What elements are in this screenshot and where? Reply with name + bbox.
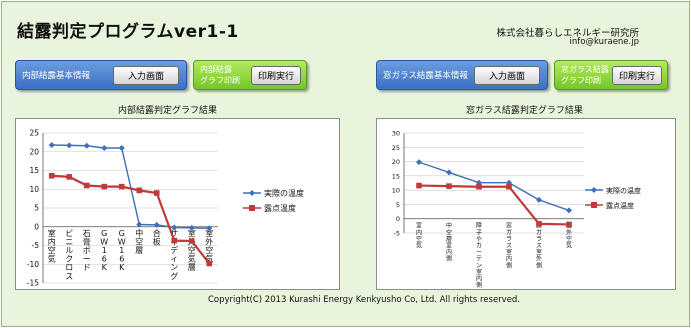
category-label: 室外空気層 xyxy=(188,228,196,272)
category-label: 合板 xyxy=(153,228,161,247)
category-label: 窓ガラス室外側 xyxy=(536,222,542,270)
data-point-actual xyxy=(566,207,572,214)
window-chart-area: 30 25 20 15 10 5 0 -5 室内空気 中空層室内側 障子やカーテン室内側 窓ガラス室内… xyxy=(376,118,676,290)
data-point-dewpoint xyxy=(476,183,482,190)
y-tick-label: -5 xyxy=(32,241,40,250)
internal-chart-area: 25 20 15 10 5 0 -5 -10 -15 室内空気 ビニルクロス 石膏ボード G W 1 6 K G W… xyxy=(15,118,340,290)
y-tick-label: -15 xyxy=(27,279,39,288)
category-label: 障子やカーテン室内側 xyxy=(476,222,482,289)
internal-print-button[interactable]: 印刷実行 xyxy=(251,66,301,85)
data-point-actual xyxy=(416,159,422,166)
legend-marker xyxy=(591,202,597,208)
window-chart: 30 25 20 15 10 5 0 -5 室内空気 中空層室内側 障子やカーテン室内側 窓ガラス室内… xyxy=(392,130,641,290)
y-tick-label: 5 xyxy=(34,204,39,213)
legend-marker xyxy=(591,187,597,193)
category-label: 中空層 xyxy=(135,228,143,255)
window-info-panel: 窓ガラス結露基本情報 入力画面 xyxy=(376,60,548,90)
data-point-dewpoint xyxy=(188,238,195,244)
data-point-dewpoint xyxy=(48,172,55,179)
data-point-actual xyxy=(536,196,542,203)
internal-input-button[interactable]: 入力画面 xyxy=(113,66,179,85)
copyright-text: Copyright(C) 2013 Kurashi Energy Kenkyus… xyxy=(208,295,521,305)
internal-chart: 25 20 15 10 5 0 -5 -10 -15 室内空気 ビニルクロス 石膏ボード G W 1 6 K G W… xyxy=(27,129,304,288)
category-label: GW16K xyxy=(100,229,108,272)
data-point-actual xyxy=(101,145,108,151)
category-label: 室内空気 xyxy=(416,222,422,250)
series-line-actual xyxy=(51,144,210,229)
data-point-dewpoint xyxy=(536,221,542,227)
window-chart-title: 窓ガラス結露判定グラフ結果 xyxy=(466,106,583,116)
category-label: サイディング xyxy=(170,229,178,281)
data-point-dewpoint xyxy=(66,174,73,180)
internal-print-label-line1: 内部結露 xyxy=(200,65,232,74)
y-tick-label: -5 xyxy=(394,230,400,238)
app-title: 結露判定プログラムver1-1 xyxy=(17,22,239,42)
category-label: ビニルクロス xyxy=(65,229,73,281)
window-print-label-line1: 窓ガラス結露 xyxy=(561,65,609,74)
category-label: GW16K xyxy=(118,229,126,272)
data-point-dewpoint xyxy=(206,260,213,267)
legend-label: 露点温度 xyxy=(264,203,296,213)
legend-marker xyxy=(249,205,255,211)
data-point-actual xyxy=(83,142,90,149)
y-tick-label: 15 xyxy=(392,172,400,180)
data-point-actual xyxy=(66,142,73,149)
series-line-dewpoint xyxy=(51,174,211,265)
data-point-dewpoint xyxy=(101,183,108,190)
internal-print-panel: 内部結露グラフ印刷 印刷実行 xyxy=(193,60,307,90)
y-tick-label: 15 xyxy=(29,166,39,175)
legend-label: 実際の温度 xyxy=(606,186,641,195)
window-print-panel: 窓ガラス結露 グラフ印刷 印刷実行 xyxy=(554,60,668,90)
y-tick-label: 25 xyxy=(29,129,39,138)
y-tick-label: 0 xyxy=(34,222,39,231)
y-tick-label: 20 xyxy=(29,147,39,156)
data-point-dewpoint xyxy=(136,187,143,194)
y-tick-label: 25 xyxy=(392,144,400,152)
y-tick-label: 10 xyxy=(392,187,400,195)
internal-info-panel: 内部結露基本情報 入力画面 xyxy=(15,60,187,90)
data-point-dewpoint xyxy=(118,183,125,190)
internal-chart-title: 内部結露判定グラフ結果 xyxy=(118,106,218,116)
y-tick-label: 5 xyxy=(396,201,400,209)
data-point-dewpoint xyxy=(83,182,90,189)
legend-label: 実際の温度 xyxy=(264,188,304,198)
data-point-dewpoint xyxy=(566,221,572,228)
y-tick-label: 10 xyxy=(29,185,39,194)
data-point-actual xyxy=(446,169,452,176)
category-label: 石膏ボード xyxy=(83,229,91,272)
legend-label: 露点温度 xyxy=(606,201,634,210)
window-input-button[interactable]: 入力画面 xyxy=(474,66,540,85)
legend-marker xyxy=(249,190,255,196)
data-point-dewpoint xyxy=(506,183,512,190)
company-email: info@kuraene.jp xyxy=(569,37,640,47)
category-label: 中空層室内側 xyxy=(446,222,452,263)
data-point-dewpoint xyxy=(416,182,422,189)
data-point-actual xyxy=(118,145,125,151)
y-tick-label: 20 xyxy=(392,158,400,166)
window-print-label: 窓ガラス結露 グラフ印刷 xyxy=(561,64,609,86)
internal-info-label: 内部結露基本情報 xyxy=(22,71,91,81)
internal-print-label: 内部結露 グラフ印刷 xyxy=(200,64,240,86)
window-info-label: 窓ガラス結露基本情報 xyxy=(383,71,468,81)
internal-print-label-line2: グラフ印刷 xyxy=(200,76,240,85)
data-point-actual xyxy=(48,142,55,148)
y-tick-label: 30 xyxy=(392,130,400,138)
y-tick-label: -10 xyxy=(27,260,39,269)
window-print-button[interactable]: 印刷実行 xyxy=(612,66,662,85)
category-label: 室内空気 xyxy=(48,228,56,264)
data-point-dewpoint xyxy=(153,190,160,196)
y-tick-label: 0 xyxy=(396,215,400,223)
window-print-label-line2: グラフ印刷 xyxy=(561,76,601,85)
data-point-dewpoint xyxy=(171,237,178,244)
category-label: 窓ガラス室内側 xyxy=(506,222,512,270)
data-point-dewpoint xyxy=(446,183,452,189)
